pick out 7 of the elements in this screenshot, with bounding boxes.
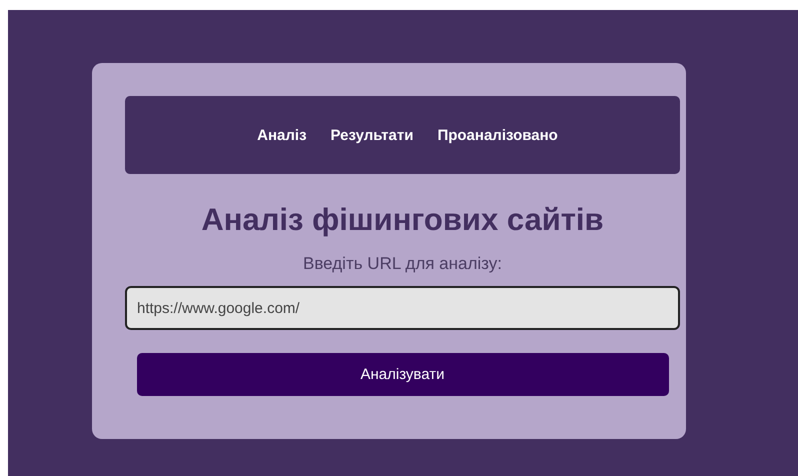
url-field[interactable]: https://www.google.com/ [125,286,680,330]
nav-link[interactable]: Аналіз [257,126,307,144]
nav-link[interactable]: Результати [330,126,414,144]
nav-link[interactable]: Проаналізовано [437,126,558,144]
page-title: Аналіз фішингових сайтів [201,202,604,238]
url-label: Введіть URL для аналізу: [302,254,502,274]
analyze-button[interactable]: Аналізувати [136,353,668,396]
